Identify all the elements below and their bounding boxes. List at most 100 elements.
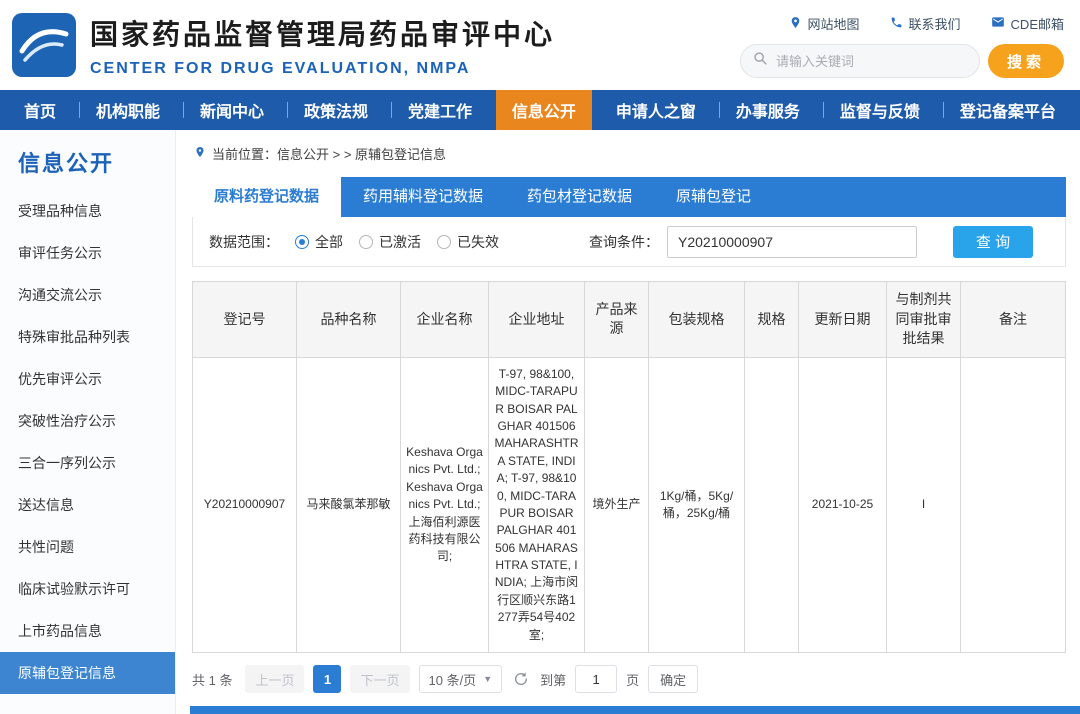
registration-table: 登记号 品种名称 企业名称 企业地址 产品来源 包装规格 规格 更新日期 与制剂… bbox=[192, 281, 1066, 653]
col-packaging-spec: 包装规格 bbox=[649, 282, 745, 358]
current-page-button[interactable]: 1 bbox=[313, 665, 341, 693]
col-company-address: 企业地址 bbox=[489, 282, 585, 358]
sidebar-item-common-issues[interactable]: 共性问题 bbox=[0, 526, 175, 568]
tab-raw-material-registration-data[interactable]: 原料药登记数据 bbox=[192, 177, 341, 217]
tab-raw-excipient-packaging-registration[interactable]: 原辅包登记 bbox=[654, 177, 773, 217]
nav-item-home[interactable]: 首页 bbox=[8, 90, 72, 130]
search-icon bbox=[753, 51, 768, 71]
site-map-link[interactable]: 网站地图 bbox=[789, 14, 860, 33]
header-right: 网站地图 联系我们 CDE邮箱 搜索 bbox=[740, 12, 1064, 78]
query-label: 查询条件： bbox=[589, 232, 659, 252]
quick-links: 网站地图 联系我们 CDE邮箱 bbox=[789, 14, 1064, 33]
confirm-button[interactable]: 确定 bbox=[648, 665, 698, 693]
nav-item-applicant-window[interactable]: 申请人之窗 bbox=[600, 90, 712, 130]
next-page-button[interactable]: 下一页 bbox=[350, 665, 409, 693]
sidebar-item-priority-review[interactable]: 优先审评公示 bbox=[0, 358, 175, 400]
radio-unchecked-icon bbox=[437, 235, 451, 249]
chevron-down-icon: ▼ bbox=[483, 674, 492, 684]
refresh-icon[interactable] bbox=[513, 671, 529, 687]
filter-bar: 数据范围： 全部 已激活 已失效 查询条件： 查 询 bbox=[192, 217, 1066, 267]
total-count: 共 1 条 bbox=[192, 670, 232, 689]
cde-mailbox-link[interactable]: CDE邮箱 bbox=[991, 14, 1064, 33]
breadcrumb: 当前位置：信息公开 > > 原辅包登记信息 bbox=[194, 144, 1066, 163]
sidebar-item-three-in-one[interactable]: 三合一序列公示 bbox=[0, 442, 175, 484]
prev-page-button[interactable]: 上一页 bbox=[245, 665, 304, 693]
query-input[interactable] bbox=[667, 226, 917, 258]
site-subtitle: CENTER FOR DRUG EVALUATION, NMPA bbox=[90, 60, 555, 78]
cde-logo bbox=[12, 13, 76, 77]
radio-all-label: 全部 bbox=[315, 232, 343, 252]
sidebar: 信息公开 受理品种信息 审评任务公示 沟通交流公示 特殊审批品种列表 优先审评公… bbox=[0, 130, 176, 714]
tab-packaging-material-registration-data[interactable]: 药包材登记数据 bbox=[505, 177, 654, 217]
sidebar-title: 信息公开 bbox=[0, 146, 175, 178]
search-box[interactable] bbox=[740, 44, 980, 78]
nav-item-services[interactable]: 办事服务 bbox=[720, 90, 816, 130]
goto-page-input[interactable] bbox=[575, 665, 617, 693]
cell-update-date: 2021-10-25 bbox=[799, 357, 887, 652]
col-remarks: 备注 bbox=[961, 282, 1066, 358]
nav-item-policies[interactable]: 政策法规 bbox=[288, 90, 384, 130]
page-size-value: 10 条/页 bbox=[429, 670, 477, 689]
cell-spec bbox=[745, 357, 799, 652]
search-input[interactable] bbox=[776, 54, 967, 69]
cell-variety-name: 马来酸氯苯那敏 bbox=[297, 357, 401, 652]
nav-item-registration-platform[interactable]: 登记备案平台 bbox=[944, 90, 1072, 130]
radio-all[interactable]: 全部 bbox=[295, 232, 343, 252]
cell-joint-review-result: I bbox=[887, 357, 961, 652]
scope-label: 数据范围： bbox=[209, 232, 279, 252]
tab-bar: 原料药登记数据 药用辅料登记数据 药包材登记数据 原辅包登记 bbox=[192, 177, 1066, 217]
table-header-row: 登记号 品种名称 企业名称 企业地址 产品来源 包装规格 规格 更新日期 与制剂… bbox=[193, 282, 1066, 358]
cde-mailbox-label: CDE邮箱 bbox=[1011, 14, 1064, 33]
sidebar-item-breakthrough-therapy[interactable]: 突破性治疗公示 bbox=[0, 400, 175, 442]
nav-item-news[interactable]: 新闻中心 bbox=[184, 90, 280, 130]
site-title-block: 国家药品监督管理局药品审评中心 CENTER FOR DRUG EVALUATI… bbox=[90, 13, 555, 78]
sidebar-item-communication[interactable]: 沟通交流公示 bbox=[0, 274, 175, 316]
site-title: 国家药品监督管理局药品审评中心 bbox=[90, 13, 555, 53]
cell-packaging-spec: 1Kg/桶，5Kg/桶，25Kg/桶 bbox=[649, 357, 745, 652]
goto-label: 到第 bbox=[540, 670, 566, 689]
page-content: 信息公开 受理品种信息 审评任务公示 沟通交流公示 特殊审批品种列表 优先审评公… bbox=[0, 130, 1080, 714]
query-button[interactable]: 查 询 bbox=[953, 226, 1033, 258]
footer-strip bbox=[190, 706, 1080, 714]
col-product-source: 产品来源 bbox=[585, 282, 649, 358]
sidebar-item-clinical-trial-implied-license[interactable]: 临床试验默示许可 bbox=[0, 568, 175, 610]
sidebar-item-accepted-varieties[interactable]: 受理品种信息 bbox=[0, 190, 175, 232]
nav-item-functions[interactable]: 机构职能 bbox=[80, 90, 176, 130]
main-panel: 当前位置：信息公开 > > 原辅包登记信息 原料药登记数据 药用辅料登记数据 药… bbox=[176, 130, 1080, 714]
sidebar-item-review-tasks[interactable]: 审评任务公示 bbox=[0, 232, 175, 274]
nav-item-supervision-feedback[interactable]: 监督与反馈 bbox=[824, 90, 936, 130]
sidebar-item-delivery-info[interactable]: 送达信息 bbox=[0, 484, 175, 526]
tab-excipient-registration-data[interactable]: 药用辅料登记数据 bbox=[341, 177, 505, 217]
site-header: 国家药品监督管理局药品审评中心 CENTER FOR DRUG EVALUATI… bbox=[0, 0, 1080, 90]
sidebar-item-raw-excipient-packaging-registration[interactable]: 原辅包登记信息 bbox=[0, 652, 175, 694]
cell-remarks bbox=[961, 357, 1066, 652]
col-registration-no: 登记号 bbox=[193, 282, 297, 358]
pagination: 共 1 条 上一页 1 下一页 10 条/页 ▼ 到第 页 确定 bbox=[192, 665, 1066, 693]
cell-registration-no: Y20210000907 bbox=[193, 357, 297, 652]
main-nav: 首页 机构职能 新闻中心 政策法规 党建工作 信息公开 申请人之窗 办事服务 监… bbox=[0, 90, 1080, 130]
nav-item-party-building[interactable]: 党建工作 bbox=[392, 90, 488, 130]
col-company-name: 企业名称 bbox=[401, 282, 489, 358]
envelope-icon bbox=[991, 15, 1005, 32]
location-pin-icon bbox=[194, 146, 206, 161]
search-row: 搜索 bbox=[740, 44, 1064, 78]
radio-checked-icon bbox=[295, 235, 309, 249]
contact-us-link[interactable]: 联系我们 bbox=[890, 14, 961, 33]
cell-product-source: 境外生产 bbox=[585, 357, 649, 652]
radio-expired-label: 已失效 bbox=[457, 232, 499, 252]
search-button[interactable]: 搜索 bbox=[988, 44, 1064, 78]
radio-activated[interactable]: 已激活 bbox=[359, 232, 421, 252]
sidebar-item-special-approval-list[interactable]: 特殊审批品种列表 bbox=[0, 316, 175, 358]
cell-company-name: Keshava Organics Pvt. Ltd.;Keshava Organ… bbox=[401, 357, 489, 652]
nav-item-info-disclosure[interactable]: 信息公开 bbox=[496, 90, 592, 130]
radio-expired[interactable]: 已失效 bbox=[437, 232, 499, 252]
goto-unit: 页 bbox=[626, 670, 639, 689]
breadcrumb-text: 当前位置：信息公开 > > 原辅包登记信息 bbox=[212, 144, 446, 163]
page-size-select[interactable]: 10 条/页 ▼ bbox=[419, 665, 503, 693]
contact-us-label: 联系我们 bbox=[909, 14, 961, 33]
sidebar-item-marketed-drug-info[interactable]: 上市药品信息 bbox=[0, 610, 175, 652]
cde-logo-icon bbox=[12, 13, 76, 77]
col-variety-name: 品种名称 bbox=[297, 282, 401, 358]
radio-activated-label: 已激活 bbox=[379, 232, 421, 252]
location-pin-icon bbox=[789, 16, 802, 32]
